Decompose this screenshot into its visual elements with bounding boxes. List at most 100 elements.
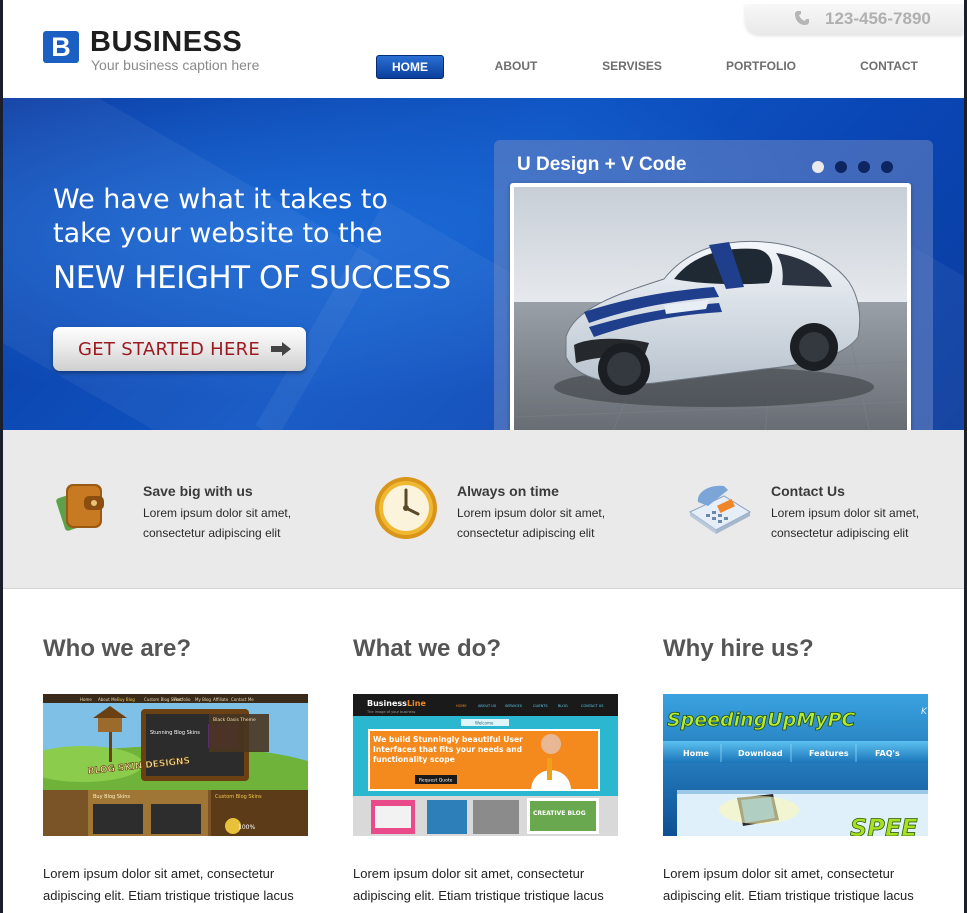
portfolio-thumbnail[interactable]: Home About Me Buy Blog Custom Blog Skins… (43, 694, 308, 836)
main-nav: HOME ABOUT SERVISES PORTFOLIO CONTACT (3, 55, 964, 79)
thumb-nav-portfolio: Portfolio (174, 697, 191, 702)
feature-text-line: Lorem ipsum dolor sit amet, (143, 506, 292, 520)
thumb-nav-affiliate: Affiliate (213, 697, 229, 702)
thumb-promo: We build Stunningly beautiful User Inter… (373, 735, 523, 764)
nav-contact[interactable]: CONTACT (849, 55, 929, 77)
thumb-small-label: CREATIVE BLOG (533, 810, 586, 817)
thumb-sign-text: Stunning Blog Skins (150, 730, 200, 736)
content-columns: Who we are? Home About Me Buy Blog Custo… (3, 589, 964, 913)
business-line-screenshot: BusinessLine The image of your business … (353, 694, 618, 836)
feature-title: Save big with us (143, 483, 253, 499)
thumb-big-text: SPEE (850, 814, 918, 836)
column-text: Lorem ipsum dolor sit amet, consectetur … (663, 863, 928, 907)
thumb-custom-label: Custom Blog Skins (215, 794, 262, 800)
portfolio-thumbnail[interactable]: BusinessLine The image of your business … (353, 694, 618, 836)
nav-portfolio[interactable]: PORTFOLIO (714, 55, 808, 77)
portfolio-thumbnail[interactable]: SpeedingUpMyPC K Home Download Features … (663, 694, 928, 836)
thumb-request-button: Request Quote (419, 778, 453, 784)
hero-headline-line2: take your website to the (53, 218, 383, 249)
thumb-nav-buy: Buy Blog (117, 697, 135, 702)
column-what-we-do: What we do? BusinessLine The image of yo… (353, 589, 623, 913)
feature-title: Always on time (457, 483, 559, 499)
feature-item: Save big with us Lorem ipsum dolor sit a… (56, 472, 356, 552)
column-text-line: adipiscing elit. Etiam tristique tristiq… (663, 888, 914, 903)
column-text: Lorem ipsum dolor sit amet, consectetur … (353, 863, 618, 907)
thumb-nav-contact: CONTACT US (581, 704, 604, 708)
get-started-button[interactable]: GET STARTED HERE (53, 327, 306, 371)
sports-car-photo (514, 187, 907, 453)
column-heading: Who we are? (43, 635, 192, 662)
arrow-right-icon (271, 342, 291, 356)
feature-text-line: Lorem ipsum dolor sit amet, (457, 506, 606, 520)
wallet-icon (56, 484, 104, 531)
feature-text-line: consectetur adipiscing elit (457, 526, 595, 540)
column-text-line: Lorem ipsum dolor sit amet, consectetur (663, 866, 895, 881)
column-heading: Why hire us? (663, 635, 814, 662)
thumb-tagline: The image of your business (366, 710, 416, 714)
get-started-label: GET STARTED HERE (78, 339, 261, 360)
thumb-nav-blog: My Blog (195, 697, 211, 702)
column-text-line: adipiscing elit. Etiam tristique tristiq… (43, 888, 294, 903)
clock-icon (375, 477, 437, 539)
phone-tab: 123-456-7890 (745, 4, 963, 34)
slider-dot[interactable] (812, 161, 824, 173)
slide-frame (510, 183, 911, 457)
nav-about[interactable]: ABOUT (481, 55, 551, 77)
blog-skins-screenshot: Home About Me Buy Blog Custom Blog Skins… (43, 694, 308, 836)
thumb-nav-blog: BLOG (558, 704, 568, 708)
slider-dot[interactable] (881, 161, 893, 173)
column-text-line: adipiscing elit. Etiam tristique tristiq… (353, 888, 604, 903)
feature-text-line: consectetur adipiscing elit (771, 526, 909, 540)
column-who-we-are: Who we are? Home About Me Buy Blog Custo… (43, 589, 313, 913)
thumb-nav-about: ABOUT US (478, 704, 497, 708)
thumb-nav-home: HOME (456, 704, 467, 708)
column-text-line: Lorem ipsum dolor sit amet, consectetur (353, 866, 585, 881)
thumb-nav-about: About Me (98, 697, 118, 702)
thumb-nav-clients: CLIENTS (533, 704, 548, 708)
nav-services[interactable]: SERVISES (591, 55, 673, 77)
feature-text-line: Lorem ipsum dolor sit amet, (771, 506, 920, 520)
thumb-promo-text: We build Stunningly beautiful User Inter… (373, 735, 523, 764)
telephone-icon (689, 485, 752, 534)
page: B BUSINESS Your business caption here 12… (3, 0, 964, 913)
feature-item: Contact Us Lorem ipsum dolor sit amet, c… (684, 472, 964, 552)
thumb-brand-a: Business (367, 699, 407, 708)
column-heading: What we do? (353, 635, 501, 662)
feature-text: Lorem ipsum dolor sit amet, consectetur … (457, 503, 647, 543)
thumb-nav-home: Home (80, 697, 92, 702)
phone-icon (795, 11, 809, 25)
thumb-panel-title: Black Oasis Theme (213, 717, 256, 723)
feature-text-line: consectetur adipiscing elit (143, 526, 281, 540)
thumb-nav-features: Features (809, 749, 849, 758)
thumb-logo: SpeedingUpMyPC (667, 709, 856, 731)
column-text-line: Lorem ipsum dolor sit amet, consectetur (43, 866, 275, 881)
thumb-nav-download: Download (738, 749, 783, 758)
feature-title: Contact Us (771, 483, 845, 499)
thumb-nav-services: SERVICES (505, 704, 523, 708)
speeding-up-screenshot: SpeedingUpMyPC K Home Download Features … (663, 694, 928, 836)
slider-dot[interactable] (835, 161, 847, 173)
thumb-nav-contact: Contact Me (231, 697, 254, 702)
thumb-welcome: Welcome (475, 721, 494, 726)
hero-headline-emphasis: NEW HEIGHT OF SUCCESS (53, 260, 451, 296)
thumb-nav-faq: FAQ's (875, 749, 900, 758)
site-header: B BUSINESS Your business caption here 12… (3, 0, 964, 98)
thumb-buy-label: Buy Blog Skins (93, 794, 130, 800)
thumb-nav-home: Home (683, 749, 710, 758)
phone-number[interactable]: 123-456-7890 (825, 9, 931, 29)
column-text: Lorem ipsum dolor sit amet, consectetur … (43, 863, 308, 907)
hero-headline-line1: We have what it takes to (53, 184, 388, 215)
feature-item: Always on time Lorem ipsum dolor sit ame… (370, 472, 670, 552)
site-title[interactable]: BUSINESS (90, 25, 242, 59)
slide-image[interactable] (514, 187, 907, 453)
features-band: Save big with us Lorem ipsum dolor sit a… (3, 430, 964, 589)
feature-text: Lorem ipsum dolor sit amet, consectetur … (143, 503, 333, 543)
thumb-brand-b: Line (407, 699, 427, 708)
nav-home[interactable]: HOME (376, 55, 444, 79)
thumb-badge: 100% (238, 824, 255, 831)
feature-text: Lorem ipsum dolor sit amet, consectetur … (771, 503, 961, 543)
image-slider: U Design + V Code (494, 140, 933, 462)
slider-title: U Design + V Code (517, 154, 687, 175)
slider-dot[interactable] (858, 161, 870, 173)
column-why-hire-us: Why hire us? SpeedingUpMyPC K Home Downl… (663, 589, 933, 913)
